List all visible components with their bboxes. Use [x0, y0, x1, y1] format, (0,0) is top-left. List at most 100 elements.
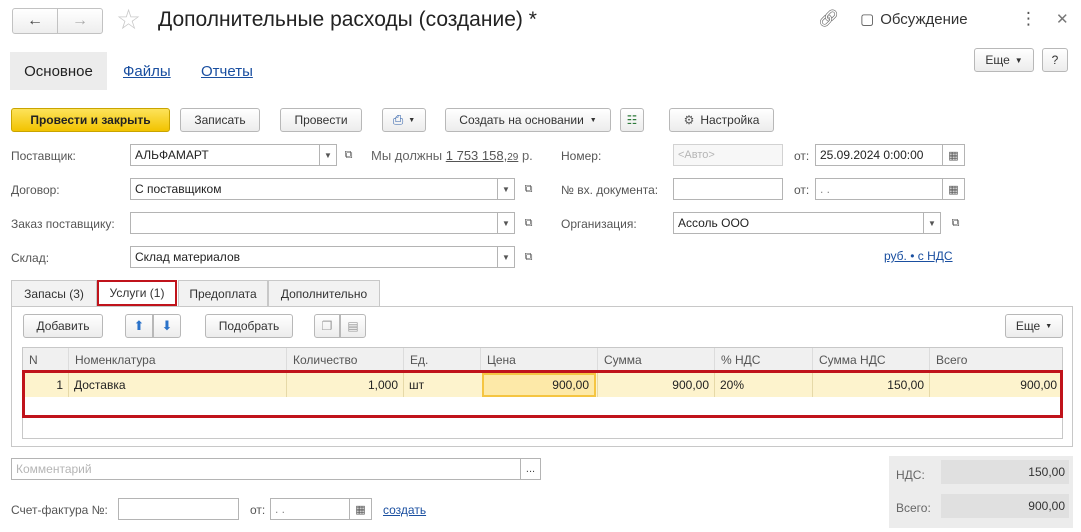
paste-button[interactable]: ▤	[340, 314, 366, 338]
grand-total-label: Всего:	[896, 501, 931, 515]
date-from-label: от:	[794, 149, 810, 163]
supplier-field[interactable]: АЛЬФАМАРТ	[130, 144, 320, 166]
tab-services[interactable]: Услуги (1)	[97, 280, 177, 306]
incoming-doc-field[interactable]	[673, 178, 783, 200]
currency-vat-link[interactable]: руб. • с НДС	[884, 249, 953, 263]
col-header-item[interactable]: Номенклатура	[68, 348, 286, 372]
chevron-down-icon: ▼	[1014, 55, 1023, 65]
chevron-down-icon: ▼	[408, 116, 416, 124]
invoice-from-label: от:	[250, 503, 266, 517]
incoming-date-field[interactable]: . .	[815, 178, 943, 200]
org-label: Организация:	[561, 217, 637, 231]
col-header-vat-rate[interactable]: % НДС	[714, 348, 812, 372]
date-field[interactable]: 25.09.2024 0:00:00	[815, 144, 943, 166]
debt-info: Мы должны 1 753 158,29 р.	[371, 148, 533, 163]
vat-total-value: 150,00	[941, 460, 1069, 484]
vat-total-label: НДС:	[896, 468, 925, 482]
help-button[interactable]: ?	[1042, 48, 1068, 72]
org-dropdown[interactable]: ▼	[924, 212, 941, 234]
tab-files[interactable]: Файлы	[123, 63, 171, 80]
window-title: Дополнительные расходы (создание) *	[158, 8, 537, 31]
supplier-open-icon[interactable]: ⧉	[340, 144, 357, 166]
tab-additional[interactable]: Дополнительно	[268, 280, 380, 306]
contract-field[interactable]: С поставщиком	[130, 178, 498, 200]
comment-field[interactable]: Комментарий	[11, 458, 521, 480]
calendar-icon: ▦	[355, 503, 366, 516]
favorite-star-icon[interactable]: ☆	[116, 4, 141, 36]
col-header-unit[interactable]: Ед.	[403, 348, 480, 372]
discussion-button[interactable]: ▢ Обсуждение	[860, 10, 968, 29]
forward-button[interactable]: →	[57, 8, 103, 34]
arrow-up-icon: ⬆︎	[133, 318, 145, 333]
incoming-from-label: от:	[794, 183, 810, 197]
create-based-on-button[interactable]: Создать на основании ▼	[445, 108, 611, 132]
table-more-button[interactable]: Еще ▼	[1005, 314, 1063, 338]
tab-reports[interactable]: Отчеты	[201, 63, 253, 80]
more-menu-button[interactable]: Еще ▼	[974, 48, 1034, 72]
order-open-icon[interactable]: ⧉	[520, 212, 537, 234]
contract-label: Договор:	[11, 183, 60, 197]
warehouse-label: Склад:	[11, 251, 50, 265]
arrow-right-icon: →	[72, 12, 88, 29]
arrow-down-icon: ⬇︎	[161, 318, 173, 333]
warehouse-dropdown[interactable]: ▼	[498, 246, 515, 268]
col-header-sum[interactable]: Сумма	[597, 348, 714, 372]
chat-icon: ▢	[860, 11, 875, 28]
date-picker-button[interactable]: ▦	[943, 144, 965, 166]
settings-button[interactable]: ⚙ Настройка	[669, 108, 774, 132]
add-row-button[interactable]: Добавить	[23, 314, 103, 338]
invoice-number-field[interactable]	[118, 498, 239, 520]
arrow-left-icon: ←	[27, 12, 43, 29]
invoice-date-field[interactable]: . .	[270, 498, 350, 520]
col-header-qty[interactable]: Количество	[286, 348, 403, 372]
tab-main[interactable]: Основное	[10, 52, 107, 90]
order-field[interactable]	[130, 212, 498, 234]
copy-icon: ❐	[321, 319, 333, 333]
printer-icon: ⎙	[392, 112, 404, 127]
col-header-vat-sum[interactable]: Сумма НДС	[812, 348, 929, 372]
structure-button[interactable]: ☷	[620, 108, 644, 132]
warehouse-field[interactable]: Склад материалов	[130, 246, 498, 268]
contract-open-icon[interactable]: ⧉	[520, 178, 537, 200]
print-button[interactable]: ⎙ ▼	[382, 108, 426, 132]
copy-button[interactable]: ❐	[314, 314, 340, 338]
supplier-dropdown[interactable]: ▼	[320, 144, 337, 166]
write-button[interactable]: Записать	[180, 108, 260, 132]
close-icon[interactable]: ✕	[1056, 10, 1069, 28]
org-field[interactable]: Ассоль ООО	[673, 212, 924, 234]
gear-icon: ⚙	[683, 113, 695, 127]
row-highlight-frame	[22, 370, 1063, 418]
comment-expand-button[interactable]: ...	[521, 458, 541, 480]
discussion-label: Обсуждение	[880, 10, 968, 28]
order-dropdown[interactable]: ▼	[498, 212, 515, 234]
col-header-total[interactable]: Всего	[929, 348, 1062, 372]
number-field[interactable]: <Авто>	[673, 144, 783, 166]
pick-button[interactable]: Подобрать	[205, 314, 293, 338]
post-button[interactable]: Провести	[280, 108, 362, 132]
debt-amount-link[interactable]: 1 753 158,29	[446, 148, 519, 163]
back-button[interactable]: ←	[12, 8, 58, 34]
calendar-icon: ▦	[948, 183, 959, 196]
incoming-doc-label: № вх. документа:	[561, 183, 659, 197]
col-header-n[interactable]: N	[23, 348, 68, 372]
tab-prepayment[interactable]: Предоплата	[178, 280, 268, 306]
org-open-icon[interactable]: ⧉	[947, 212, 964, 234]
contract-dropdown[interactable]: ▼	[498, 178, 515, 200]
incoming-date-picker-button[interactable]: ▦	[943, 178, 965, 200]
create-invoice-link[interactable]: создать	[383, 503, 426, 517]
paste-icon: ▤	[347, 319, 359, 333]
tab-inventory[interactable]: Запасы (3)	[11, 280, 97, 306]
warehouse-open-icon[interactable]: ⧉	[520, 246, 537, 268]
invoice-date-picker-button[interactable]: ▦	[350, 498, 372, 520]
order-label: Заказ поставщику:	[11, 217, 115, 231]
chevron-down-icon: ▼	[589, 116, 597, 124]
invoice-label: Счет-фактура №:	[11, 503, 108, 517]
kebab-menu-icon[interactable]: ⋮	[1020, 9, 1037, 29]
post-and-close-button[interactable]: Провести и закрыть	[11, 108, 170, 132]
number-label: Номер:	[561, 149, 602, 163]
grand-total-value: 900,00	[941, 494, 1069, 518]
link-icon[interactable]: 🔗︎	[818, 9, 840, 29]
col-header-price[interactable]: Цена	[480, 348, 597, 372]
move-up-button[interactable]: ⬆︎	[125, 314, 153, 338]
move-down-button[interactable]: ⬇︎	[153, 314, 181, 338]
